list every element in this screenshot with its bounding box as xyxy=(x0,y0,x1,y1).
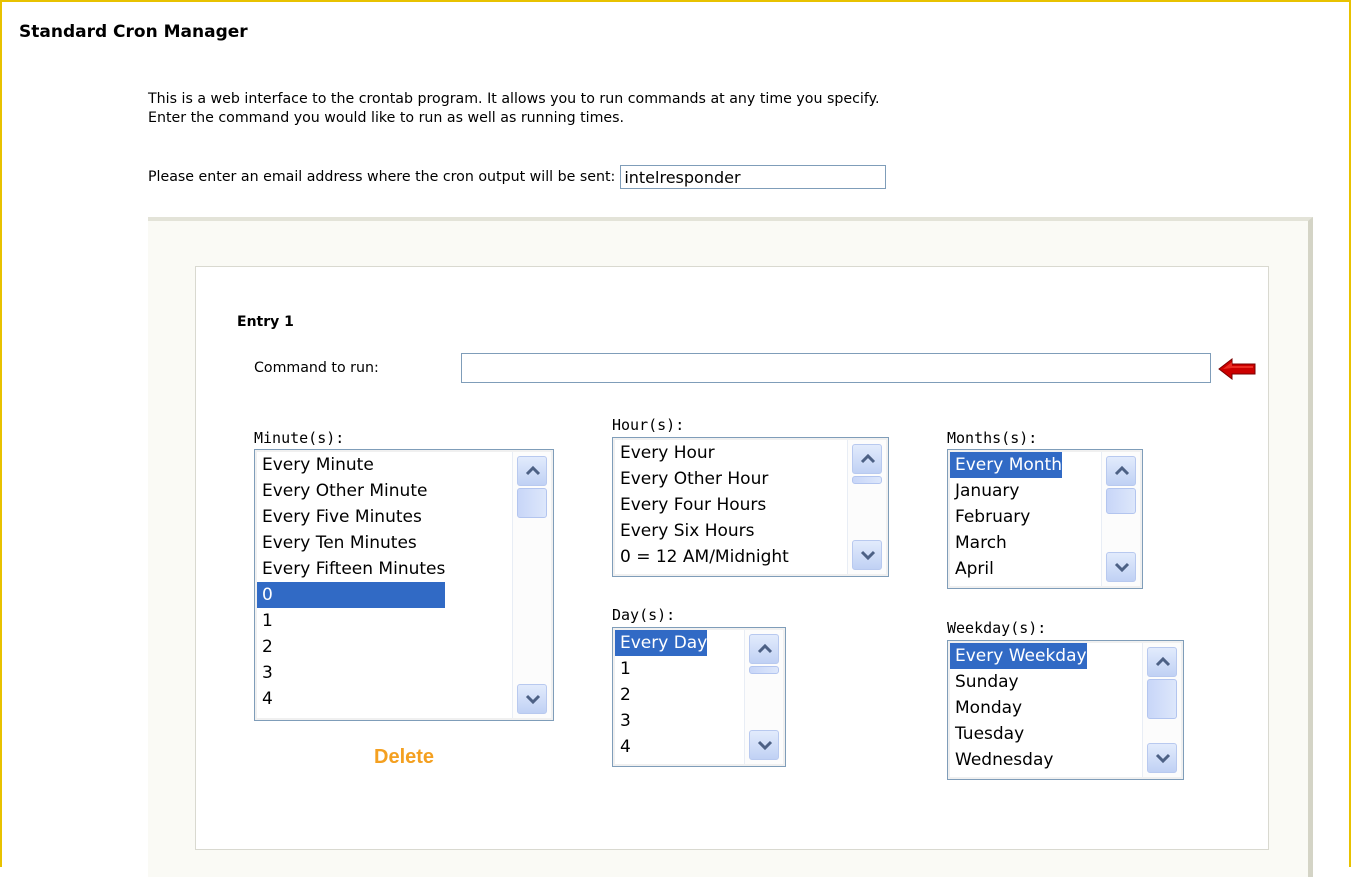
weekdays-options: Every Weekday Sunday Monday Tuesday Wednesda… xyxy=(950,643,1087,773)
months-option[interactable]: April xyxy=(950,556,1062,582)
hours-option[interactable]: 0 = 12 AM/Midnight xyxy=(615,544,789,570)
hours-select[interactable]: Every Hour Every Other Hour Every Four Hou… xyxy=(612,437,889,577)
minutes-scrollbar[interactable] xyxy=(512,452,551,718)
chevron-down-icon[interactable] xyxy=(852,540,882,570)
minutes-option[interactable]: 3 xyxy=(257,660,445,686)
days-label: Day(s): xyxy=(612,606,676,624)
weekdays-option[interactable]: Every Weekday xyxy=(950,643,1087,669)
scroll-thumb[interactable] xyxy=(852,476,882,484)
chevron-down-icon[interactable] xyxy=(1106,552,1136,582)
intro-line-1: This is a web interface to the crontab p… xyxy=(148,91,880,107)
days-options: Every Day 1 2 3 4 xyxy=(615,630,708,760)
minutes-option[interactable]: Every Five Minutes xyxy=(257,504,445,530)
minutes-select[interactable]: Every Minute Every Other Minute Every Five… xyxy=(254,449,554,721)
chevron-up-icon[interactable] xyxy=(852,444,882,474)
months-label: Months(s): xyxy=(947,429,1038,447)
weekdays-option[interactable]: Monday xyxy=(950,695,1087,721)
scroll-thumb[interactable] xyxy=(1147,679,1177,719)
hours-options: Every Hour Every Other Hour Every Four Hou… xyxy=(615,440,789,570)
days-option[interactable]: 1 xyxy=(615,656,707,682)
email-label: Please enter an email address where the … xyxy=(148,169,616,185)
email-row: Please enter an email address where the … xyxy=(148,164,887,190)
chevron-down-icon[interactable] xyxy=(517,684,547,714)
minutes-option[interactable]: 4 xyxy=(257,686,445,712)
chevron-up-icon[interactable] xyxy=(1106,456,1136,486)
hours-option[interactable]: Every Other Hour xyxy=(615,466,789,492)
intro-line-2: Enter the command you would like to run … xyxy=(148,110,625,126)
months-options: Every Month January February March April xyxy=(950,452,1062,582)
months-select[interactable]: Every Month January February March April xyxy=(947,449,1143,589)
scroll-thumb[interactable] xyxy=(1106,488,1136,514)
hours-option[interactable]: Every Six Hours xyxy=(615,518,789,544)
minutes-option[interactable]: 1 xyxy=(257,608,445,634)
minutes-option[interactable]: Every Other Minute xyxy=(257,478,445,504)
days-select[interactable]: Every Day 1 2 3 4 xyxy=(612,627,786,767)
hours-option[interactable]: Every Hour xyxy=(615,440,789,466)
days-option[interactable]: 2 xyxy=(615,682,707,708)
days-option[interactable]: Every Day xyxy=(615,630,708,656)
minutes-option[interactable]: Every Fifteen Minutes xyxy=(257,556,445,582)
days-option[interactable]: 3 xyxy=(615,708,707,734)
weekdays-option[interactable]: Wednesday xyxy=(950,747,1087,773)
months-option[interactable]: Every Month xyxy=(950,452,1062,478)
days-option[interactable]: 4 xyxy=(615,734,707,760)
months-scrollbar[interactable] xyxy=(1101,452,1140,586)
delete-link[interactable]: Delete xyxy=(374,746,434,769)
months-option[interactable]: January xyxy=(950,478,1062,504)
minutes-option[interactable]: Every Minute xyxy=(257,452,445,478)
chevron-up-icon[interactable] xyxy=(749,634,779,664)
email-field[interactable] xyxy=(620,165,887,189)
minutes-option[interactable]: Every Ten Minutes xyxy=(257,530,445,556)
scroll-thumb[interactable] xyxy=(749,666,779,674)
weekdays-select[interactable]: Every Weekday Sunday Monday Tuesday Wednesda… xyxy=(947,640,1184,780)
months-option[interactable]: February xyxy=(950,504,1062,530)
weekdays-option[interactable]: Sunday xyxy=(950,669,1087,695)
months-option[interactable]: March xyxy=(950,530,1062,556)
days-scrollbar[interactable] xyxy=(744,630,783,764)
chevron-down-icon[interactable] xyxy=(1147,743,1177,773)
chevron-up-icon[interactable] xyxy=(1147,647,1177,677)
command-label: Command to run: xyxy=(254,360,379,376)
weekdays-option[interactable]: Tuesday xyxy=(950,721,1087,747)
minutes-label: Minute(s): xyxy=(254,429,345,447)
minutes-option[interactable]: 2 xyxy=(257,634,445,660)
weekdays-scrollbar[interactable] xyxy=(1142,643,1181,777)
entry-title: Entry 1 xyxy=(237,314,294,330)
chevron-up-icon[interactable] xyxy=(517,456,547,486)
scroll-thumb[interactable] xyxy=(517,488,547,518)
page-title: Standard Cron Manager xyxy=(19,22,248,42)
weekdays-label: Weekday(s): xyxy=(947,619,1047,637)
minutes-options: Every Minute Every Other Minute Every Five… xyxy=(257,452,446,712)
minutes-option[interactable]: 0 xyxy=(257,582,446,608)
chevron-down-icon[interactable] xyxy=(749,730,779,760)
red-left-arrow-icon xyxy=(1218,357,1256,384)
intro-text: This is a web interface to the crontab p… xyxy=(148,90,879,128)
hours-label: Hour(s): xyxy=(612,416,685,434)
hours-option[interactable]: Every Four Hours xyxy=(615,492,789,518)
command-input[interactable] xyxy=(461,353,1211,383)
hours-scrollbar[interactable] xyxy=(847,440,886,574)
